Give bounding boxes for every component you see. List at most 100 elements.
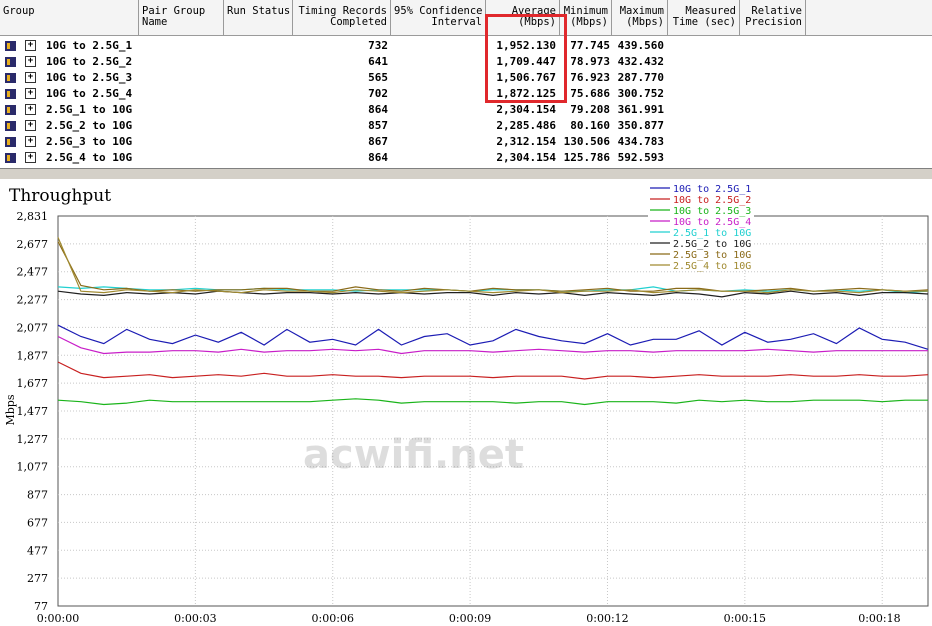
- average-mbps: 2,285.486: [496, 119, 556, 132]
- table-row[interactable]: +2.5G_1 to 10G 864 2,304.154 79.208 361.991: [0, 102, 932, 118]
- legend-entry: 2.5G_1 to 10G: [673, 228, 751, 239]
- legend-entry: 2.5G_4 to 10G: [673, 261, 751, 272]
- table-row[interactable]: +10G to 2.5G_2 641 1,709.447 78.973 432.432: [0, 54, 932, 70]
- maximum-mbps: 361.991: [617, 103, 664, 116]
- legend-entry: 10G to 2.5G_4: [673, 217, 751, 228]
- x-tick-label: 0:00:06: [312, 612, 354, 625]
- y-tick-label: 1,677: [17, 377, 49, 390]
- column-header-line2: Name: [142, 16, 168, 28]
- y-axis-label: Mbps: [4, 394, 17, 425]
- pair-group-icon: [5, 153, 16, 163]
- timing-records: 864: [368, 151, 388, 164]
- average-mbps: 2,304.154: [496, 103, 556, 116]
- y-tick-label: 1,277: [17, 433, 49, 446]
- legend-entry: 10G to 2.5G_1: [673, 184, 751, 195]
- y-tick-label: 2,677: [17, 238, 49, 251]
- expand-icon[interactable]: +: [25, 136, 36, 147]
- group-name: 2.5G_2 to 10G: [46, 119, 133, 132]
- column-header-8[interactable]: Measured Time (sec): [668, 0, 740, 36]
- expand-icon[interactable]: +: [25, 152, 36, 163]
- y-tick-label: 2,277: [17, 294, 49, 307]
- maximum-mbps: 300.752: [617, 87, 664, 100]
- timing-records: 641: [368, 55, 388, 68]
- timing-records: 864: [368, 103, 388, 116]
- minimum-mbps: 80.160: [570, 119, 610, 132]
- expand-icon[interactable]: +: [25, 40, 36, 51]
- pair-group-icon: [5, 105, 16, 115]
- average-mbps: 2,312.154: [496, 135, 556, 148]
- results-table: Group Pair Group Name Run Status Timing Reco…: [0, 0, 932, 168]
- maximum-mbps: 350.877: [617, 119, 664, 132]
- x-tick-label: 0:00:18: [858, 612, 900, 625]
- table-row[interactable]: +2.5G_4 to 10G 864 2,304.154 125.786 592.593: [0, 150, 932, 166]
- pair-group-icon: [5, 137, 16, 147]
- maximum-mbps: 287.770: [617, 71, 664, 84]
- timing-records: 867: [368, 135, 388, 148]
- column-header-line2: (Mbps): [626, 16, 664, 28]
- table-row[interactable]: +10G to 2.5G_1 732 1,952.130 77.745 439.560: [0, 38, 932, 54]
- table-row[interactable]: +2.5G_3 to 10G 867 2,312.154 130.506 434.783: [0, 134, 932, 150]
- column-header-line2: Completed: [330, 16, 387, 28]
- maximum-mbps: 432.432: [617, 55, 664, 68]
- group-name: 10G to 2.5G_1: [46, 39, 133, 52]
- y-tick-label: 477: [27, 544, 48, 557]
- column-header-3[interactable]: Timing Records Completed: [293, 0, 391, 36]
- pair-group-icon: [5, 57, 16, 67]
- y-tick-label: 2,077: [17, 321, 49, 334]
- legend-entry: 2.5G_2 to 10G: [673, 239, 751, 250]
- highlight-box-average: [485, 14, 567, 103]
- column-header-9[interactable]: Relative Precision: [740, 0, 806, 36]
- table-row[interactable]: +10G to 2.5G_4 702 1,872.125 75.686 300.752: [0, 86, 932, 102]
- legend-entry: 10G to 2.5G_2: [673, 195, 751, 206]
- expand-icon[interactable]: +: [25, 104, 36, 115]
- expand-icon[interactable]: +: [25, 88, 36, 99]
- column-header-7[interactable]: Maximum (Mbps): [612, 0, 668, 36]
- group-name: 2.5G_1 to 10G: [46, 103, 133, 116]
- y-tick-label: 1,077: [17, 461, 49, 474]
- column-header-line2: Precision: [745, 16, 802, 28]
- timing-records: 565: [368, 71, 388, 84]
- column-header-0[interactable]: Group: [0, 0, 139, 36]
- x-tick-label: 0:00:12: [586, 612, 628, 625]
- x-tick-label: 0:00:15: [724, 612, 766, 625]
- x-tick-label: 0:00:09: [449, 612, 491, 625]
- expand-icon[interactable]: +: [25, 120, 36, 131]
- column-header-line2: Interval: [431, 16, 482, 28]
- pair-group-icon: [5, 41, 16, 51]
- group-name: 10G to 2.5G_2: [46, 55, 133, 68]
- y-tick-label: 277: [27, 572, 48, 585]
- expand-icon[interactable]: +: [25, 56, 36, 67]
- minimum-mbps: 75.686: [570, 87, 610, 100]
- x-tick-label: 0:00:00: [37, 612, 79, 625]
- column-header-4[interactable]: 95% Confidence Interval: [391, 0, 486, 36]
- throughput-chart: 2,831 2,677 2,477 2,277 2,077 1,877 1,677 1,477…: [4, 180, 929, 625]
- column-header-line2: Group: [3, 5, 35, 17]
- table-row[interactable]: +10G to 2.5G_3 565 1,506.767 76.923 287.770: [0, 70, 932, 86]
- pair-group-icon: [5, 89, 16, 99]
- y-tick-label: 2,477: [17, 266, 49, 279]
- y-tick-label: 877: [27, 489, 48, 502]
- timing-records: 857: [368, 119, 388, 132]
- expand-icon[interactable]: +: [25, 72, 36, 83]
- y-tick-label: 1,477: [17, 405, 49, 418]
- maximum-mbps: 592.593: [617, 151, 664, 164]
- table-row[interactable]: +2.5G_2 to 10G 857 2,285.486 80.160 350.877: [0, 118, 932, 134]
- column-header-2[interactable]: Run Status: [224, 0, 293, 36]
- maximum-mbps: 439.560: [617, 39, 664, 52]
- minimum-mbps: 78.973: [570, 55, 610, 68]
- pair-group-icon: [5, 121, 16, 131]
- column-header-line2: Run Status: [227, 5, 291, 17]
- group-name: 10G to 2.5G_4: [46, 87, 133, 100]
- minimum-mbps: 79.208: [570, 103, 610, 116]
- legend-entry: 2.5G_3 to 10G: [673, 250, 751, 261]
- column-header-line2: Time (sec): [672, 16, 736, 28]
- y-tick-label: 1,877: [17, 349, 49, 362]
- column-header-line2: (Mbps): [570, 16, 608, 28]
- minimum-mbps: 125.786: [563, 151, 610, 164]
- column-header-1[interactable]: Pair Group Name: [139, 0, 224, 36]
- minimum-mbps: 77.745: [570, 39, 610, 52]
- minimum-mbps: 76.923: [570, 71, 610, 84]
- column-header-6[interactable]: Minimum (Mbps): [560, 0, 612, 36]
- pair-group-icon: [5, 73, 16, 83]
- group-name: 2.5G_3 to 10G: [46, 135, 133, 148]
